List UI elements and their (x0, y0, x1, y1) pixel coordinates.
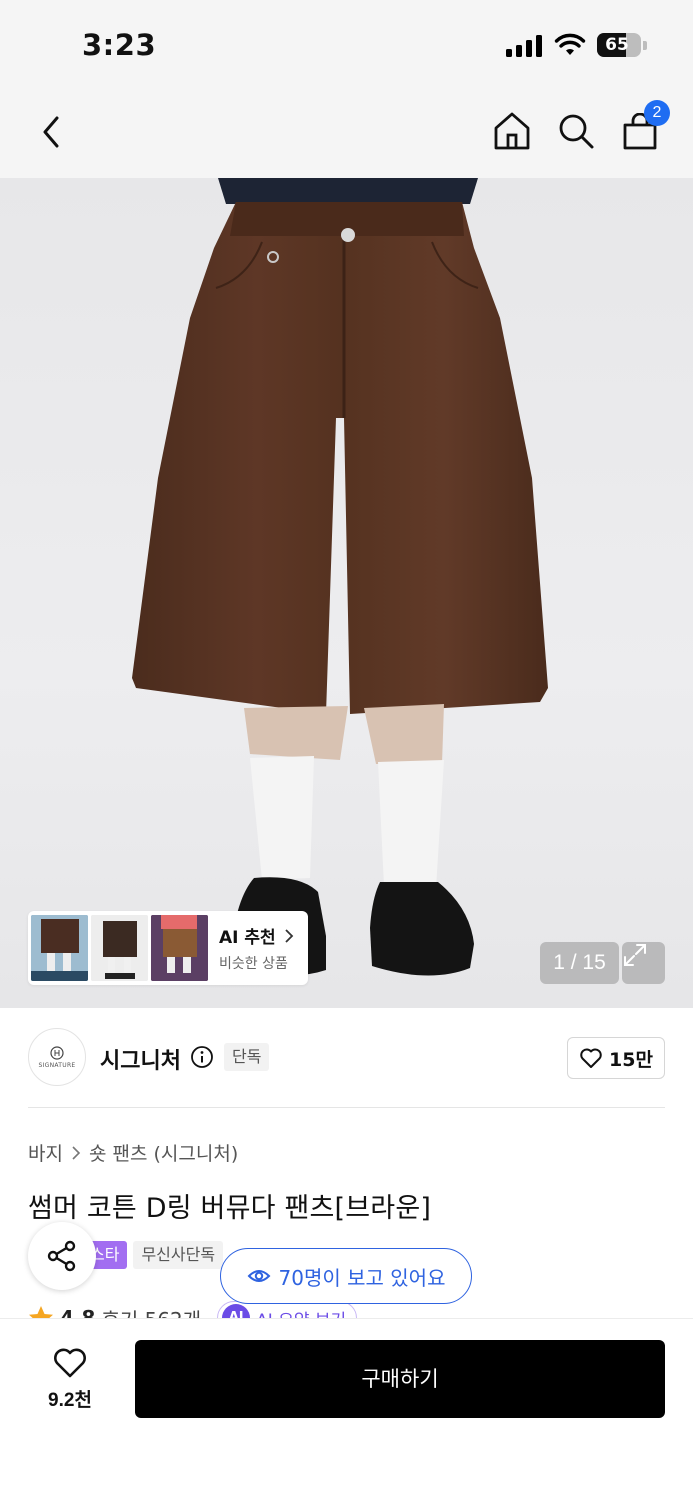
brand-like-button[interactable]: 15만 (567, 1037, 665, 1079)
recommendation-thumb[interactable] (91, 915, 148, 981)
star-icon (29, 1306, 53, 1318)
status-bar: 3:23 65 (0, 0, 693, 88)
brand-logo[interactable]: SIGNATURE (28, 1028, 86, 1086)
breadcrumb: 바지 숏 팬츠 (시그니처) (28, 1139, 238, 1166)
breadcrumb-subcategory[interactable]: 숏 팬츠 (시그니처) (89, 1139, 238, 1166)
rating-value: 4.8 (60, 1306, 96, 1318)
review-count[interactable]: 후기 562개 (101, 1304, 201, 1319)
expand-icon (624, 944, 646, 966)
brand-logo-text: SIGNATURE (38, 1061, 76, 1069)
divider (28, 1107, 665, 1108)
ai-recommend-subtitle: 비슷한 상품 (219, 956, 288, 972)
heart-icon (54, 1348, 86, 1377)
share-icon (47, 1240, 76, 1272)
product-title: 썸머 코튼 D링 버뮤다 팬츠[브라운] (28, 1193, 432, 1224)
image-counter: 1 / 15 (540, 942, 619, 984)
recommendation-thumb[interactable] (31, 915, 88, 981)
back-arrow-icon[interactable] (34, 112, 68, 152)
viewers-count-pill: 70명이 보고 있어요 (220, 1248, 472, 1304)
viewers-count: 70명이 보고 있어요 (278, 1265, 446, 1290)
heart-icon (580, 1048, 602, 1068)
product-image-gallery[interactable]: 1 / 15 (0, 178, 693, 1008)
eye-icon (247, 1270, 270, 1282)
musinsa-exclusive-tag: 무신사단독 (133, 1241, 224, 1269)
shopping-bag-icon[interactable]: 2 (620, 100, 670, 152)
exclusive-tag: 단독 (224, 1043, 270, 1071)
battery-cap (643, 41, 647, 50)
chevron-right-icon (72, 1145, 81, 1160)
chevron-right-icon (285, 928, 293, 943)
top-navigation: 2 (0, 88, 693, 178)
brand-name[interactable]: 시그니처 (100, 1043, 181, 1075)
brand-logo-mark (50, 1045, 64, 1060)
share-button[interactable] (28, 1222, 96, 1290)
battery-icon: 65 (597, 33, 641, 57)
home-icon[interactable] (492, 110, 532, 152)
expand-image-button[interactable] (622, 942, 665, 984)
status-time: 3:23 (82, 28, 157, 62)
breadcrumb-category[interactable]: 바지 (28, 1139, 63, 1166)
product-photo (132, 178, 548, 976)
cart-count-badge: 2 (644, 100, 670, 126)
wishlist-button[interactable]: 9.2천 (28, 1340, 112, 1418)
ai-badge: AI (222, 1304, 251, 1318)
wishlist-count: 9.2천 (48, 1389, 92, 1411)
info-icon[interactable] (190, 1045, 214, 1069)
ai-recommendation-card[interactable]: AI 추천 비슷한 상품 (28, 911, 308, 985)
ai-recommend-title: AI 추천 (219, 928, 276, 948)
brand-like-count: 15만 (609, 1048, 653, 1071)
buy-button[interactable]: 구매하기 (135, 1340, 665, 1418)
battery-level: 65 (605, 35, 629, 55)
cellular-signal-icon (506, 35, 544, 57)
wifi-icon (554, 33, 586, 55)
ai-summary-label: AI 요약 보기 (256, 1306, 346, 1319)
recommendation-thumb[interactable] (151, 915, 208, 981)
search-icon[interactable] (556, 110, 596, 152)
